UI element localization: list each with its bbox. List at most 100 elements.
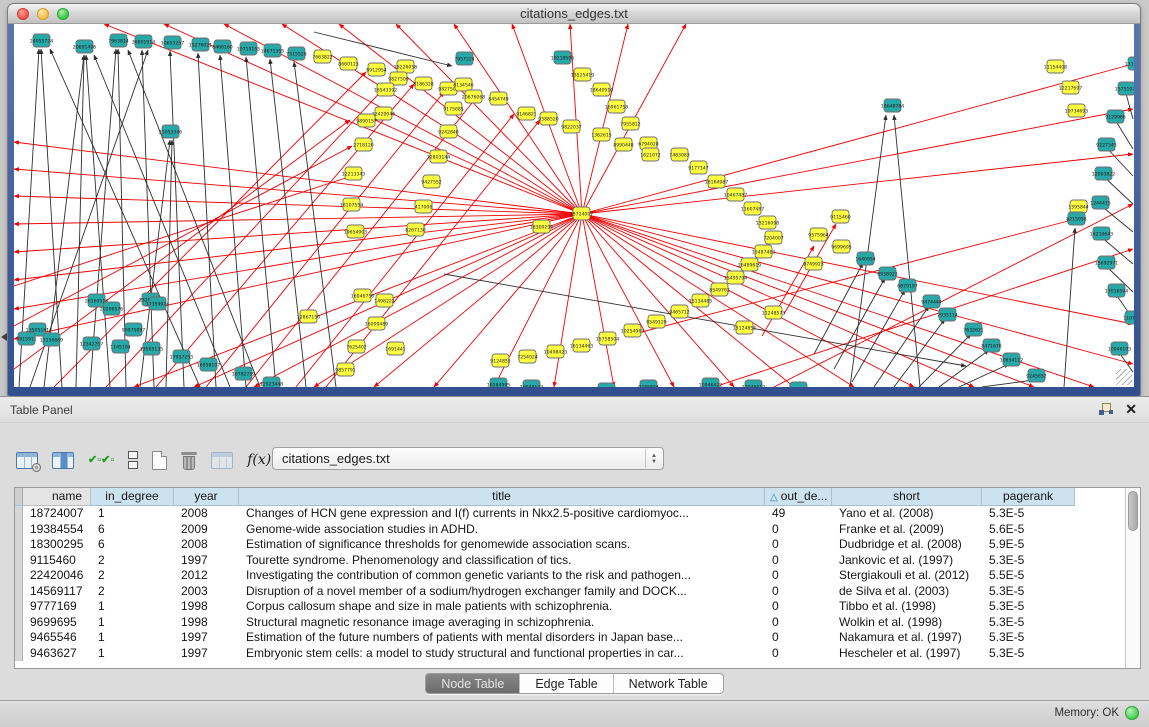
- graph-node[interactable]: 2718120: [353, 138, 374, 151]
- table-cell[interactable]: 2008: [174, 506, 239, 522]
- graph-node[interactable]: 7955812: [620, 117, 641, 130]
- tab-node-table[interactable]: Node Table: [426, 674, 520, 693]
- table-cell[interactable]: 2012: [174, 568, 239, 584]
- graph-node[interactable]: 12093822: [1092, 167, 1115, 180]
- column-header-short[interactable]: short: [832, 488, 982, 506]
- graph-node[interactable]: 90975887: [122, 323, 145, 336]
- canvas-resize-grip[interactable]: [1116, 369, 1132, 385]
- table-row[interactable]: 1872400712008Changes of HCN gene express…: [15, 506, 1125, 522]
- table-cell[interactable]: 5.9E-5: [982, 537, 1075, 553]
- table-row[interactable]: 977716911998Corpus callosum shape and si…: [15, 599, 1125, 615]
- table-cell[interactable]: 1: [91, 630, 174, 646]
- graph-node[interactable]: 9588520: [538, 112, 559, 125]
- graph-node[interactable]: 10654112: [1000, 353, 1023, 366]
- table-cell[interactable]: 1: [91, 646, 174, 662]
- table-cell[interactable]: 5.3E-5: [982, 646, 1075, 662]
- graph-node[interactable]: 9245834: [638, 380, 659, 387]
- graph-node[interactable]: 9175685: [443, 102, 464, 115]
- column-header-out_de[interactable]: △out_de...: [765, 488, 832, 506]
- graph-node[interactable]: 9857791: [335, 363, 356, 376]
- graph-node[interactable]: 11154408: [1044, 60, 1067, 73]
- graph-node[interactable]: 1691441: [385, 342, 406, 355]
- graph-node[interactable]: 1244415: [1090, 196, 1111, 209]
- table-cell[interactable]: Embryonic stem cells: a model to study s…: [239, 646, 765, 662]
- table-row[interactable]: 969969511998Structural magnetic resonanc…: [15, 615, 1125, 631]
- table-cell[interactable]: 1: [91, 615, 174, 631]
- table-cell[interactable]: 2009: [174, 522, 239, 538]
- table-cell[interactable]: 19384554: [23, 522, 91, 538]
- table-cell[interactable]: 5.5E-5: [982, 568, 1075, 584]
- graph-node[interactable]: 13525419: [571, 68, 594, 81]
- graph-node[interactable]: 1640954: [855, 252, 876, 265]
- table-cell[interactable]: Hescheler et al. (1997): [832, 646, 982, 662]
- graph-node[interactable]: 10653257: [161, 36, 184, 49]
- graph-node[interactable]: 18640910: [590, 83, 613, 96]
- table-cell[interactable]: Genome-wide association studies in ADHD.: [239, 522, 765, 538]
- graph-node[interactable]: 11156869: [40, 333, 63, 346]
- table-cell[interactable]: Corpus callosum shape and size in male p…: [239, 599, 765, 615]
- table-cell[interactable]: Stergiakouli et al. (2012): [832, 568, 982, 584]
- graph-node[interactable]: 12213343: [342, 167, 365, 180]
- graph-node[interactable]: 10946103: [1108, 342, 1131, 355]
- graph-node[interactable]: 16134463: [570, 339, 593, 352]
- graph-node[interactable]: 8660123: [338, 57, 359, 70]
- graph-node[interactable]: 1362615: [591, 128, 612, 141]
- table-cell[interactable]: 1998: [174, 599, 239, 615]
- graph-node[interactable]: 9465712: [669, 305, 690, 318]
- table-cell[interactable]: 14569117: [23, 584, 91, 600]
- new-column-icon[interactable]: [152, 451, 167, 470]
- table-cell[interactable]: Structural magnetic resonance image aver…: [239, 615, 765, 631]
- table-cell[interactable]: 18724007: [23, 506, 91, 522]
- table-row[interactable]: 946362711997Embryonic stem cells: a mode…: [15, 646, 1125, 662]
- table-cell[interactable]: 2008: [174, 537, 239, 553]
- table-cell[interactable]: Tourette syndrome. Phenomenology and cla…: [239, 553, 765, 569]
- graph-node[interactable]: 7515526: [286, 47, 307, 60]
- graph-node[interactable]: 9146821: [516, 107, 537, 120]
- graph-node[interactable]: 6879197: [897, 279, 918, 292]
- graph-node[interactable]: 7204007: [763, 231, 784, 244]
- graph-node[interactable]: 13216098: [756, 216, 779, 229]
- graph-node[interactable]: 20676068: [462, 90, 485, 103]
- table-cell[interactable]: 22420046: [23, 568, 91, 584]
- table-cell[interactable]: 0: [765, 615, 832, 631]
- close-panel-icon[interactable]: ✕: [1125, 402, 1137, 416]
- column-header-year[interactable]: year: [174, 488, 239, 506]
- table-cell[interactable]: 1: [91, 506, 174, 522]
- memory-indicator-icon[interactable]: [1125, 706, 1139, 720]
- table-cell[interactable]: 0: [765, 584, 832, 600]
- graph-node[interactable]: 8549763: [709, 283, 730, 296]
- graph-node[interactable]: 9427552: [421, 175, 442, 188]
- table-cell[interactable]: Jankovic et al. (1997): [832, 553, 982, 569]
- graph-node[interactable]: 8471676: [981, 339, 1002, 352]
- graph-node[interactable]: 1621072: [640, 148, 661, 161]
- table-cell[interactable]: Estimation of significance thresholds fo…: [239, 537, 765, 553]
- graph-node[interactable]: 10719155: [237, 42, 260, 55]
- graph-node[interactable]: 16543392: [374, 83, 397, 96]
- graph-node[interactable]: 10467487: [724, 188, 747, 201]
- table-cell[interactable]: Nakamura et al. (1997): [832, 630, 982, 646]
- graph-node[interactable]: 8466160: [212, 40, 233, 53]
- row-selection-icon[interactable]: ✔▫✔▫: [88, 457, 114, 463]
- panel-collapse-arrow[interactable]: [1, 333, 7, 341]
- graph-node[interactable]: 7632621: [963, 323, 984, 336]
- graph-node[interactable]: 12217697: [1059, 81, 1082, 94]
- graph-node[interactable]: 18724007: [570, 207, 593, 220]
- table-cell[interactable]: Estimation of the future numbers of pati…: [239, 630, 765, 646]
- table-cell[interactable]: 0: [765, 646, 832, 662]
- table-cell[interactable]: 0: [765, 630, 832, 646]
- graph-node[interactable]: 36891914: [132, 35, 155, 48]
- graph-node[interactable]: 9699695: [831, 240, 852, 253]
- delete-column-icon[interactable]: [181, 451, 197, 470]
- graph-node[interactable]: 16489619: [738, 258, 761, 271]
- table-cell[interactable]: 1997: [174, 630, 239, 646]
- graph-node[interactable]: 16958107: [197, 358, 220, 371]
- graph-node[interactable]: 20691406: [73, 40, 96, 53]
- table-row[interactable]: 2242004622012Investigating the contribut…: [15, 568, 1125, 584]
- graph-node[interactable]: 11248573: [762, 306, 785, 319]
- window-titlebar[interactable]: citations_edges.txt: [8, 4, 1140, 24]
- graph-node[interactable]: 9474444: [921, 295, 942, 308]
- column-header-in_degree[interactable]: in_degree: [91, 488, 174, 506]
- table-cell[interactable]: 9777169: [23, 599, 91, 615]
- table-cell[interactable]: 1997: [174, 553, 239, 569]
- table-cell[interactable]: Yano et al. (2008): [832, 506, 982, 522]
